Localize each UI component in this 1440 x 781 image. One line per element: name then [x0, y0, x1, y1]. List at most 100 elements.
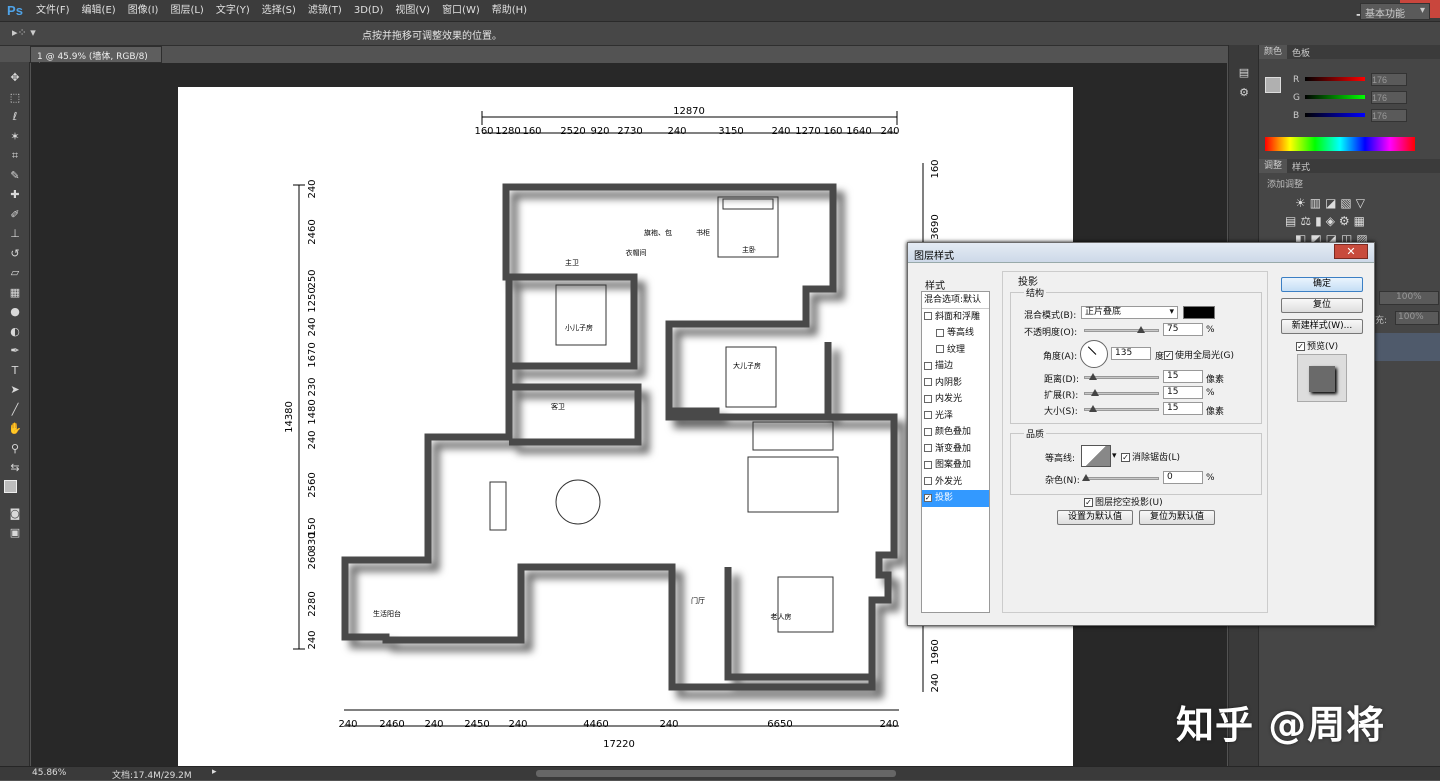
path-select-icon[interactable]: ➤ [0, 380, 30, 400]
menu-item-3[interactable]: 图层(L) [164, 0, 209, 22]
line-icon[interactable]: ╱ [0, 400, 30, 420]
gradient-icon[interactable]: ▦ [0, 283, 30, 303]
style-item[interactable]: 混合选项:默认 [922, 292, 989, 309]
properties-panel-icon[interactable]: ⚙ [1229, 83, 1259, 103]
blend-mode-select[interactable]: 正片叠底 ▾ [1081, 306, 1178, 319]
distance-slider[interactable] [1084, 373, 1159, 380]
channel-slider[interactable] [1305, 77, 1365, 81]
style-item[interactable]: 光泽 [922, 408, 989, 425]
style-item[interactable]: 颜色叠加 [922, 424, 989, 441]
antialias-option[interactable]: ✓ 消除锯齿(L) [1121, 450, 1180, 463]
menu-item-5[interactable]: 选择(S) [256, 0, 302, 22]
spread-slider[interactable] [1084, 389, 1159, 396]
channel-slider[interactable] [1305, 95, 1365, 99]
brush-icon[interactable]: ✐ [0, 205, 30, 225]
channel-input[interactable] [1371, 73, 1407, 86]
spread-slider-knob[interactable] [1091, 389, 1099, 396]
noise-slider[interactable] [1082, 474, 1159, 481]
quick-mask-icon[interactable]: ◙ [0, 504, 30, 524]
global-light-option[interactable]: ✓ 使用全局光(G) [1164, 348, 1234, 361]
status-menu-icon[interactable]: ▸ [212, 767, 217, 777]
menu-item-8[interactable]: 视图(V) [389, 0, 436, 22]
style-item[interactable]: 等高线 [922, 325, 989, 342]
style-item[interactable]: 描边 [922, 358, 989, 375]
hand-icon[interactable]: ✋ [0, 419, 30, 439]
preview-option[interactable]: ✓ 预览(V) [1296, 339, 1338, 352]
noise-slider-knob[interactable] [1082, 474, 1090, 481]
noise-input[interactable]: 0 [1163, 471, 1203, 484]
distance-input[interactable]: 15 [1163, 370, 1203, 383]
color-foreground[interactable] [1265, 77, 1281, 93]
horizontal-scrollbar[interactable] [536, 770, 896, 777]
swap-colors-icon[interactable]: ⇆ [0, 458, 30, 478]
workspace-select[interactable]: 基本功能 ▾ [1360, 3, 1430, 20]
healing-icon[interactable]: ✚ [0, 185, 30, 205]
style-item[interactable]: 图案叠加 [922, 457, 989, 474]
style-item[interactable]: 内发光 [922, 391, 989, 408]
style-item[interactable]: 斜面和浮雕 [922, 309, 989, 326]
shadow-color-swatch[interactable] [1183, 306, 1215, 319]
screen-mode-icon[interactable]: ▣ [0, 523, 30, 543]
color-spectrum[interactable] [1265, 137, 1415, 151]
angle-input[interactable]: 135 [1111, 347, 1151, 360]
pen-icon[interactable]: ✒ [0, 341, 30, 361]
eraser-icon[interactable]: ▱ [0, 263, 30, 283]
menu-item-9[interactable]: 窗口(W) [436, 0, 486, 22]
spread-input[interactable]: 15 [1163, 386, 1203, 399]
style-checkbox[interactable] [924, 444, 932, 452]
foreground-color[interactable] [4, 479, 17, 493]
reset-button[interactable]: 复位 [1281, 298, 1363, 313]
move-icon[interactable]: ✥ [0, 68, 30, 88]
tab-color[interactable]: 颜色 [1259, 45, 1288, 59]
style-checkbox[interactable]: ✓ [924, 493, 932, 502]
menu-item-10[interactable]: 帮助(H) [486, 0, 533, 22]
knockout-checkbox[interactable]: ✓ [1084, 498, 1093, 507]
distance-slider-knob[interactable] [1089, 373, 1097, 380]
preview-checkbox[interactable]: ✓ [1296, 342, 1305, 351]
menu-item-1[interactable]: 编辑(E) [76, 0, 122, 22]
style-item[interactable]: 渐变叠加 [922, 441, 989, 458]
zoom-level[interactable]: 45.86% [32, 768, 66, 778]
new-style-button[interactable]: 新建样式(W)... [1281, 319, 1363, 334]
style-checkbox[interactable] [924, 378, 932, 386]
reset-default-button[interactable]: 复位为默认值 [1139, 510, 1215, 525]
contour-picker[interactable] [1081, 445, 1111, 467]
lasso-icon[interactable]: ℓ [0, 107, 30, 127]
color-swatches[interactable] [0, 478, 29, 504]
opacity-input[interactable]: 75 [1163, 323, 1203, 336]
layer-fill[interactable]: 100% [1395, 311, 1439, 325]
set-default-button[interactable]: 设置为默认值 [1057, 510, 1133, 525]
antialias-checkbox[interactable]: ✓ [1121, 453, 1130, 462]
style-checkbox[interactable] [924, 460, 932, 469]
adjust-icons[interactable]: ☀▥◪▧▽ [1259, 194, 1440, 212]
dodge-icon[interactable]: ◐ [0, 322, 30, 342]
menu-item-7[interactable]: 3D(D) [348, 0, 390, 22]
knockout-option[interactable]: ✓ 图层挖空投影(U) [1084, 495, 1163, 508]
chevron-down-icon[interactable]: ▾ [1112, 451, 1117, 461]
menu-item-2[interactable]: 图像(I) [122, 0, 165, 22]
size-slider-knob[interactable] [1089, 405, 1097, 412]
menu-item-6[interactable]: 滤镜(T) [302, 0, 348, 22]
angle-dial[interactable] [1080, 340, 1108, 368]
stamp-icon[interactable]: ⊥ [0, 224, 30, 244]
opacity-slider-knob[interactable] [1137, 326, 1145, 333]
tab-swatches[interactable]: 色板 [1287, 46, 1315, 59]
channel-slider[interactable] [1305, 113, 1365, 117]
style-checkbox[interactable] [924, 411, 932, 419]
marquee-icon[interactable]: ⬚ [0, 88, 30, 108]
opacity-slider[interactable] [1084, 326, 1159, 333]
ok-button[interactable]: 确定 [1281, 277, 1363, 292]
style-checkbox[interactable] [924, 427, 932, 436]
type-icon[interactable]: T [0, 361, 30, 381]
style-item[interactable]: 内阴影 [922, 375, 989, 392]
size-slider[interactable] [1084, 405, 1159, 412]
style-checkbox[interactable] [924, 477, 932, 485]
document-tab[interactable]: 1 @ 45.9% (墙体, RGB/8) * ✕ [30, 46, 162, 72]
size-input[interactable]: 15 [1163, 402, 1203, 415]
menu-item-0[interactable]: 文件(F) [30, 0, 76, 22]
adjust-icons-row2[interactable]: ▤⚖▮◈⚙▦ [1259, 212, 1440, 230]
layer-opacity[interactable]: 100% [1379, 291, 1439, 305]
eyedropper-icon[interactable]: ✎ [0, 166, 30, 186]
style-checkbox[interactable] [924, 361, 932, 370]
channel-input[interactable] [1371, 109, 1407, 122]
